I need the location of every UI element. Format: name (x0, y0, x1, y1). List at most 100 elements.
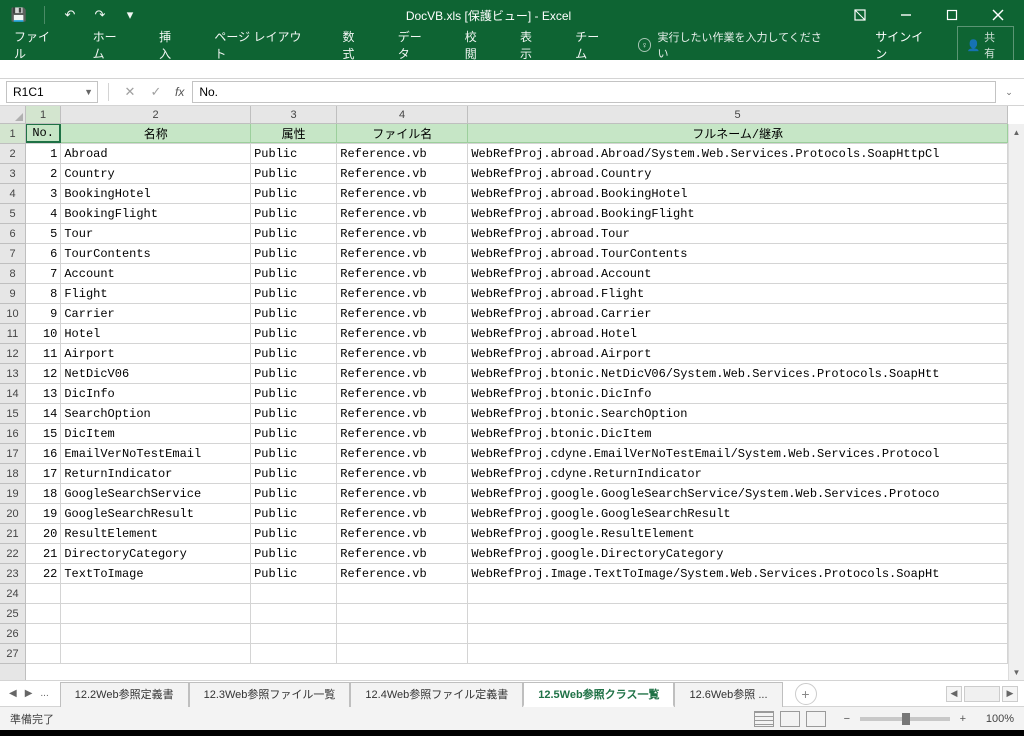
cell[interactable]: Public (251, 244, 337, 263)
row-header[interactable]: 14 (0, 384, 25, 404)
row-header[interactable]: 9 (0, 284, 25, 304)
cell[interactable]: Reference.vb (337, 344, 468, 363)
row-header[interactable]: 15 (0, 404, 25, 424)
cell[interactable] (251, 624, 337, 643)
cell[interactable] (468, 644, 1008, 663)
expand-formula-bar-icon[interactable]: ⌄ (1000, 87, 1018, 98)
cell[interactable]: Public (251, 404, 337, 423)
cell[interactable]: Public (251, 504, 337, 523)
column-header-cell[interactable]: No. (26, 124, 61, 143)
cell[interactable] (26, 584, 61, 603)
normal-view-icon[interactable] (754, 711, 774, 727)
cell[interactable]: Reference.vb (337, 284, 468, 303)
cell[interactable]: Public (251, 224, 337, 243)
cell[interactable]: Public (251, 324, 337, 343)
cell[interactable]: Reference.vb (337, 204, 468, 223)
row-header[interactable]: 17 (0, 444, 25, 464)
cell[interactable]: 7 (26, 264, 61, 283)
ribbon-tab-team[interactable]: チーム (571, 30, 614, 60)
cell[interactable]: Public (251, 484, 337, 503)
cell[interactable] (61, 604, 251, 623)
cell[interactable]: 2 (26, 164, 61, 183)
scroll-track[interactable] (964, 686, 1000, 702)
cell[interactable]: WebRefProj.google.GoogleSearchService/Sy… (468, 484, 1008, 503)
cell[interactable]: Public (251, 444, 337, 463)
cell[interactable]: 10 (26, 324, 61, 343)
cell[interactable] (61, 584, 251, 603)
cell[interactable] (26, 644, 61, 663)
cell[interactable]: Reference.vb (337, 304, 468, 323)
page-break-view-icon[interactable] (806, 711, 826, 727)
cell[interactable]: WebRefProj.abroad.Carrier (468, 304, 1008, 323)
cell[interactable]: 13 (26, 384, 61, 403)
row-header[interactable]: 4 (0, 184, 25, 204)
sheet-nav-next-icon[interactable]: ▶ (22, 686, 36, 701)
customize-qat-icon[interactable]: ▾ (121, 6, 139, 24)
cell[interactable]: Reference.vb (337, 184, 468, 203)
col-header[interactable]: 5 (468, 106, 1008, 123)
formula-input[interactable]: No. (192, 81, 996, 103)
sheet-nav-prev-icon[interactable]: ◀ (6, 686, 20, 701)
zoom-slider[interactable] (860, 717, 950, 721)
cell[interactable]: WebRefProj.google.GoogleSearchResult (468, 504, 1008, 523)
ribbon-tab-view[interactable]: 表示 (516, 30, 547, 60)
cell[interactable]: ReturnIndicator (61, 464, 251, 483)
row-header[interactable]: 20 (0, 504, 25, 524)
sheet-tab[interactable]: 12.4Web参照ファイル定義書 (350, 682, 523, 707)
ribbon-tab-formulas[interactable]: 数式 (339, 30, 370, 60)
row-header[interactable]: 3 (0, 164, 25, 184)
cell[interactable]: 1 (26, 144, 61, 163)
cell[interactable] (26, 604, 61, 623)
column-header-cell[interactable]: 属性 (251, 124, 337, 143)
ribbon-tab-insert[interactable]: 挿入 (155, 30, 186, 60)
cell[interactable]: 21 (26, 544, 61, 563)
col-header[interactable]: 4 (337, 106, 468, 123)
cell[interactable]: Reference.vb (337, 224, 468, 243)
cell[interactable]: WebRefProj.abroad.Hotel (468, 324, 1008, 343)
cell[interactable]: WebRefProj.btonic.SearchOption (468, 404, 1008, 423)
row-header[interactable]: 2 (0, 144, 25, 164)
cells-area[interactable]: No.名称属性ファイル名フルネーム/継承1AbroadPublicReferen… (26, 124, 1008, 680)
row-header[interactable]: 25 (0, 604, 25, 624)
cell[interactable]: Tour (61, 224, 251, 243)
cell[interactable]: WebRefProj.Image.TextToImage/System.Web.… (468, 564, 1008, 583)
cell[interactable]: 20 (26, 524, 61, 543)
cell[interactable] (61, 624, 251, 643)
cell[interactable]: Flight (61, 284, 251, 303)
cell[interactable]: WebRefProj.abroad.Abroad/System.Web.Serv… (468, 144, 1008, 163)
row-header[interactable]: 5 (0, 204, 25, 224)
cell[interactable]: WebRefProj.google.DirectoryCategory (468, 544, 1008, 563)
cell[interactable]: 5 (26, 224, 61, 243)
cell[interactable]: SearchOption (61, 404, 251, 423)
row-header[interactable]: 6 (0, 224, 25, 244)
row-header[interactable]: 26 (0, 624, 25, 644)
cell[interactable]: TourContents (61, 244, 251, 263)
zoom-thumb[interactable] (902, 713, 910, 725)
horizontal-scrollbar[interactable]: ◀ ▶ (946, 686, 1018, 702)
cell[interactable]: Account (61, 264, 251, 283)
cell[interactable]: Hotel (61, 324, 251, 343)
sheet-nav-more[interactable]: ... (37, 686, 51, 701)
row-header[interactable]: 21 (0, 524, 25, 544)
cell[interactable]: Public (251, 364, 337, 383)
cell[interactable]: WebRefProj.abroad.Tour (468, 224, 1008, 243)
sheet-tab[interactable]: 12.6Web参照 ... (674, 682, 782, 707)
enter-formula-icon[interactable]: ✓ (145, 81, 167, 103)
col-header[interactable]: 3 (251, 106, 337, 123)
cell[interactable]: DicInfo (61, 384, 251, 403)
cell[interactable]: WebRefProj.abroad.Flight (468, 284, 1008, 303)
row-header[interactable]: 11 (0, 324, 25, 344)
fx-icon[interactable]: fx (171, 85, 188, 99)
cell[interactable]: WebRefProj.abroad.BookingFlight (468, 204, 1008, 223)
cell[interactable]: Public (251, 564, 337, 583)
cell[interactable]: Public (251, 144, 337, 163)
add-sheet-button[interactable]: + (795, 683, 817, 705)
cell[interactable] (251, 604, 337, 623)
sheet-tab[interactable]: 12.5Web参照クラス一覧 (523, 682, 674, 707)
cell[interactable]: Public (251, 464, 337, 483)
redo-icon[interactable]: ↷ (91, 6, 109, 24)
cell[interactable]: 22 (26, 564, 61, 583)
cell[interactable]: WebRefProj.cdyne.ReturnIndicator (468, 464, 1008, 483)
chevron-down-icon[interactable]: ▼ (84, 87, 93, 97)
cell[interactable] (61, 644, 251, 663)
